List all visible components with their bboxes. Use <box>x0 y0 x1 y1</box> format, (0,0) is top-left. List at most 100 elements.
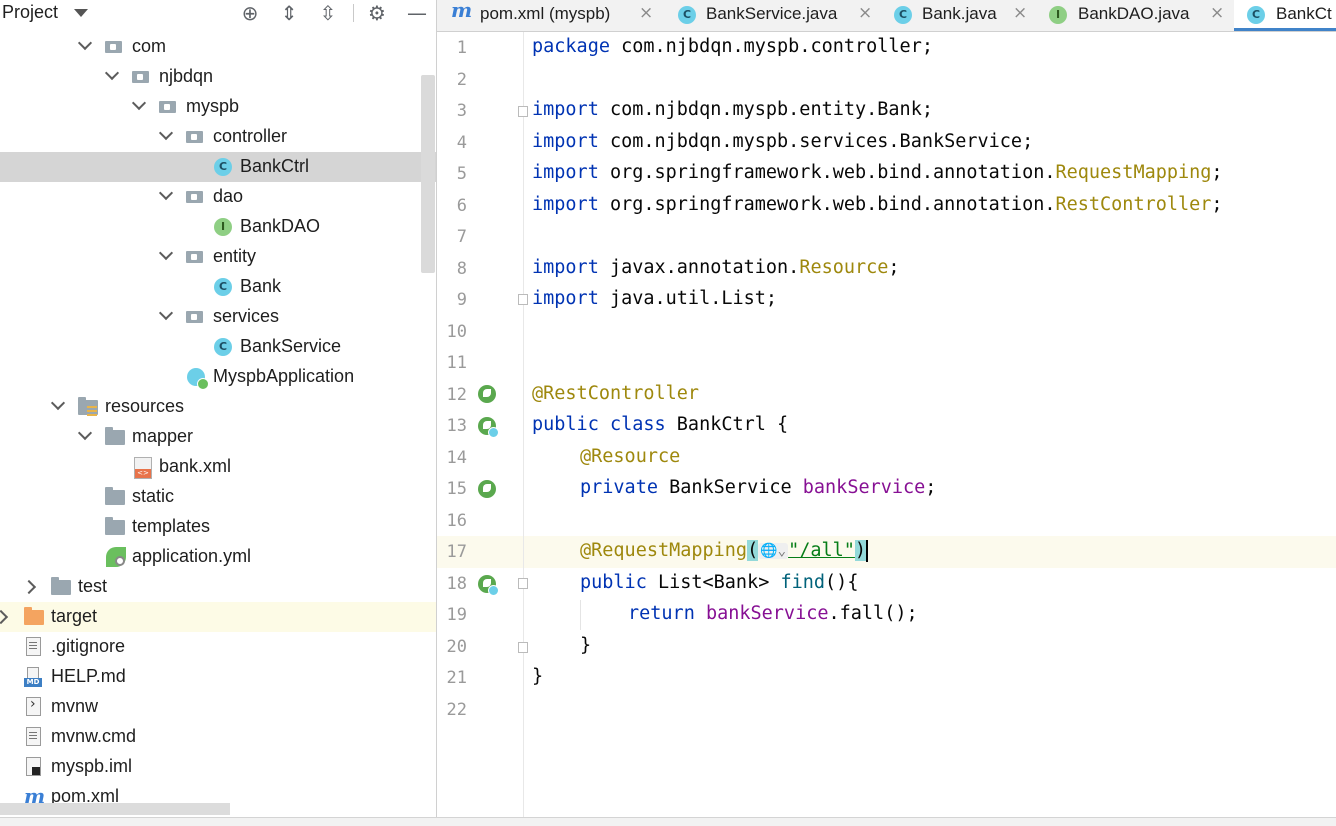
line-number: 11 <box>446 353 467 373</box>
chevron-down-icon[interactable] <box>158 125 174 141</box>
tree-item-controller[interactable]: controller <box>0 122 436 152</box>
tree-item-myspb-iml[interactable]: myspb.iml <box>0 752 436 782</box>
tab-bankdao-java[interactable]: I BankDAO.java × <box>1036 0 1234 31</box>
locate-icon[interactable]: ⊕ <box>237 0 263 26</box>
tree-item-entity[interactable]: entity <box>0 242 436 272</box>
java-class-icon: C <box>678 6 696 24</box>
tree-item-application-yml[interactable]: application.yml <box>0 542 436 572</box>
tree-item-mvnw[interactable]: mvnw <box>0 692 436 722</box>
code-line-21: } <box>532 666 543 687</box>
tree-item-bankdao[interactable]: I BankDAO <box>0 212 436 242</box>
tree-item-label: mapper <box>132 426 194 446</box>
expand-all-icon[interactable]: ⇕ <box>276 0 302 26</box>
close-icon[interactable]: × <box>639 3 653 23</box>
line-number: 13 <box>446 416 467 436</box>
tab-bankservice-java[interactable]: C BankService.java × <box>665 0 881 31</box>
java-class-icon: C <box>214 278 232 296</box>
tree-item-target[interactable]: target <box>0 602 436 632</box>
tree-vertical-scrollbar[interactable] <box>421 75 435 273</box>
tree-item-label: application.yml <box>132 546 252 566</box>
tree-item-njbdqn[interactable]: njbdqn <box>0 62 436 92</box>
project-panel: Project ⊕ ⇕ ⇳ ⚙ — com njbdqn myspb contr… <box>0 0 436 817</box>
globe-icon[interactable]: 🌐⌄ <box>758 543 789 559</box>
tree-item-services[interactable]: services <box>0 302 436 332</box>
code-token: ; <box>888 257 900 278</box>
tree-item-mvnw-cmd[interactable]: mvnw.cmd <box>0 722 436 752</box>
chevron-down-icon[interactable] <box>74 9 88 17</box>
code-line-8: import javax.annotation.Resource; <box>532 257 900 278</box>
minimize-icon[interactable]: — <box>404 0 430 26</box>
code-token: ; <box>925 477 937 498</box>
code-token: import <box>532 162 599 183</box>
code-token: return <box>628 603 695 624</box>
chevron-down-icon[interactable] <box>158 185 174 201</box>
chevron-down-icon[interactable] <box>50 395 66 411</box>
chevron-down-icon[interactable] <box>158 305 174 321</box>
tree-item-label: myspb <box>186 96 240 116</box>
code-token: java.util.List; <box>598 288 778 309</box>
chevron-down-icon[interactable] <box>77 35 93 51</box>
spring-request-mapping-icon[interactable] <box>478 575 499 596</box>
tree-item-help-md[interactable]: MD HELP.md <box>0 662 436 692</box>
chevron-down-icon[interactable] <box>131 95 147 111</box>
tree-item-static[interactable]: static <box>0 482 436 512</box>
tree-item-label: bank.xml <box>159 456 232 476</box>
project-panel-header: Project ⊕ ⇕ ⇳ ⚙ — <box>0 0 436 27</box>
line-number: 14 <box>446 448 467 468</box>
fold-marker-icon[interactable] <box>518 578 528 589</box>
code-line-4: import com.njbdqn.myspb.services.BankSer… <box>532 131 1033 152</box>
tree-item-resources[interactable]: resources <box>0 392 436 422</box>
folder-icon <box>51 577 71 595</box>
spring-bean-icon[interactable] <box>478 385 496 403</box>
tree-item-bankctrl[interactable]: C BankCtrl <box>0 152 436 182</box>
code-token: (){ <box>825 572 859 593</box>
tab-bank-java[interactable]: C Bank.java × <box>881 0 1036 31</box>
tree-item-myspb[interactable]: myspb <box>0 92 436 122</box>
code-line-9: import java.util.List; <box>532 288 777 309</box>
chevron-down-icon[interactable] <box>104 65 120 81</box>
tree-item-bank[interactable]: C Bank <box>0 272 436 302</box>
gear-icon[interactable]: ⚙ <box>364 0 390 26</box>
spring-bean-class-icon[interactable] <box>478 417 499 438</box>
package-icon <box>186 311 203 323</box>
chevron-right-icon[interactable] <box>21 579 37 595</box>
tree-item-label: .gitignore <box>51 636 126 656</box>
spring-config-file-icon <box>106 547 126 567</box>
code-line-12: @RestController <box>532 383 699 404</box>
tree-item-label: BankDAO <box>240 216 321 236</box>
tree-item-mapper[interactable]: mapper <box>0 422 436 452</box>
fold-marker-icon[interactable] <box>518 294 528 305</box>
tree-item-bank-xml[interactable]: bank.xml <box>0 452 436 482</box>
close-icon[interactable]: × <box>1210 3 1224 23</box>
spring-autowired-icon[interactable] <box>478 480 496 498</box>
header-divider <box>353 4 354 22</box>
tree-item-com[interactable]: com <box>0 32 436 62</box>
tree-item-bankservice[interactable]: C BankService <box>0 332 436 362</box>
code-token: org.springframework.web.bind.annotation. <box>598 194 1056 215</box>
code-token: BankCtrl { <box>665 414 789 435</box>
chevron-right-icon[interactable] <box>0 609 9 625</box>
tree-horizontal-scrollbar[interactable] <box>0 803 230 815</box>
tree-item-dao[interactable]: dao <box>0 182 436 212</box>
fold-marker-icon[interactable] <box>518 106 528 117</box>
project-view-title[interactable]: Project <box>2 2 58 23</box>
chevron-down-icon[interactable] <box>158 245 174 261</box>
code-token: import <box>532 288 599 309</box>
fold-marker-icon[interactable] <box>518 642 528 653</box>
collapse-all-icon[interactable]: ⇳ <box>315 0 341 26</box>
tree-item-templates[interactable]: templates <box>0 512 436 542</box>
chevron-down-icon[interactable] <box>77 425 93 441</box>
close-icon[interactable]: × <box>858 3 872 23</box>
tab-bankctrl-java[interactable]: C BankCt <box>1234 0 1336 31</box>
code-token: import <box>532 257 599 278</box>
code-token: bankService <box>705 603 829 624</box>
tree-item-test[interactable]: test <box>0 572 436 602</box>
tab-pom-xml[interactable]: m pom.xml (myspb) × <box>437 0 665 31</box>
close-icon[interactable]: × <box>1013 3 1027 23</box>
code-token: ; <box>1211 194 1223 215</box>
tree-item-myspbapplication[interactable]: MyspbApplication <box>0 362 436 392</box>
tree-item-label: templates <box>132 516 211 536</box>
line-number: 4 <box>456 133 467 153</box>
indent-guide <box>580 600 581 630</box>
tree-item-gitignore[interactable]: .gitignore <box>0 632 436 662</box>
